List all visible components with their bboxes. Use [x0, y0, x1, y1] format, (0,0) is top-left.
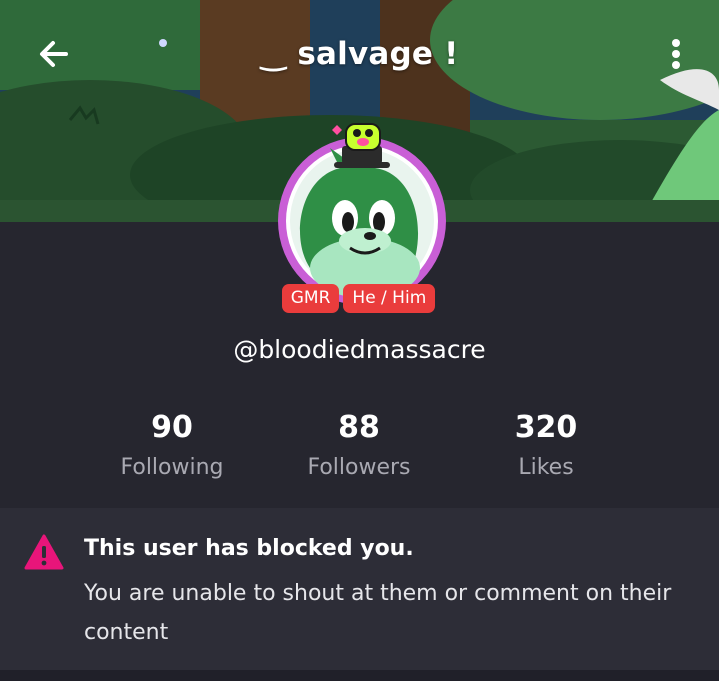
page-title: ‿ salvage !	[260, 36, 459, 72]
stat-following[interactable]: 90 Following	[72, 410, 272, 480]
more-vertical-icon	[672, 39, 680, 69]
stat-value: 320	[514, 410, 578, 445]
stat-followers[interactable]: 88 Followers	[259, 410, 459, 480]
tag-badge: GMR	[281, 284, 340, 313]
stat-value: 88	[338, 410, 380, 445]
divider	[0, 670, 719, 681]
stat-label: Following	[120, 455, 224, 480]
notice-title: This user has blocked you.	[84, 536, 414, 561]
top-bar: ‿ salvage !	[0, 0, 719, 110]
stat-label: Followers	[307, 455, 411, 480]
warning-icon	[24, 534, 64, 570]
profile-stats: 90 Following 88 Followers 320 Likes	[0, 410, 719, 500]
stat-likes[interactable]: 320 Likes	[446, 410, 646, 480]
blocked-notice: This user has blocked you. You are unabl…	[0, 508, 719, 670]
stat-value: 90	[151, 410, 193, 445]
notice-body: You are unable to shout at them or comme…	[84, 581, 672, 645]
username: @bloodiedmassacre	[233, 335, 486, 364]
pronoun-badge: He / Him	[343, 284, 436, 313]
profile-tags: GMR He / Him	[0, 284, 719, 313]
stat-label: Likes	[518, 455, 574, 480]
more-options-button[interactable]	[656, 30, 696, 78]
